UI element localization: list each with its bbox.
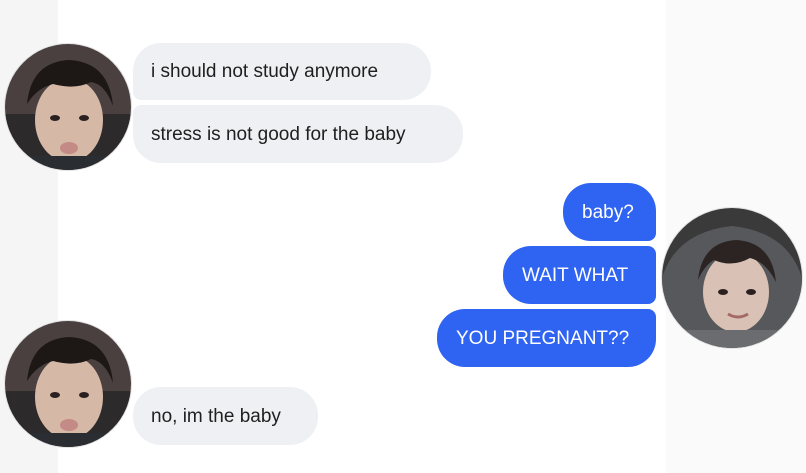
sender-avatar-photo — [5, 44, 131, 170]
recipient-avatar-photo — [662, 208, 802, 348]
outgoing-message[interactable]: YOU PREGNANT?? — [437, 309, 656, 367]
message-text: i should not study anymore — [151, 61, 379, 82]
recipient-avatar[interactable] — [661, 207, 803, 349]
incoming-message[interactable]: stress is not good for the baby — [133, 105, 463, 163]
message-text: stress is not good for the baby — [151, 123, 406, 145]
incoming-message[interactable]: i should not study anymore — [133, 43, 431, 100]
outgoing-message[interactable]: baby? — [563, 183, 656, 241]
message-text: YOU PREGNANT?? — [456, 327, 630, 349]
message-text: no, im the baby — [151, 405, 281, 427]
incoming-message[interactable]: no, im the baby — [133, 387, 318, 445]
outgoing-message[interactable]: WAIT WHAT — [503, 246, 656, 304]
sender-avatar-photo — [5, 321, 131, 447]
chat-thread: i should not study anymore stress is not… — [0, 0, 806, 473]
message-text: baby? — [582, 201, 634, 223]
sender-avatar[interactable] — [4, 320, 132, 448]
sender-avatar[interactable] — [4, 43, 132, 171]
message-text: WAIT WHAT — [522, 264, 629, 286]
